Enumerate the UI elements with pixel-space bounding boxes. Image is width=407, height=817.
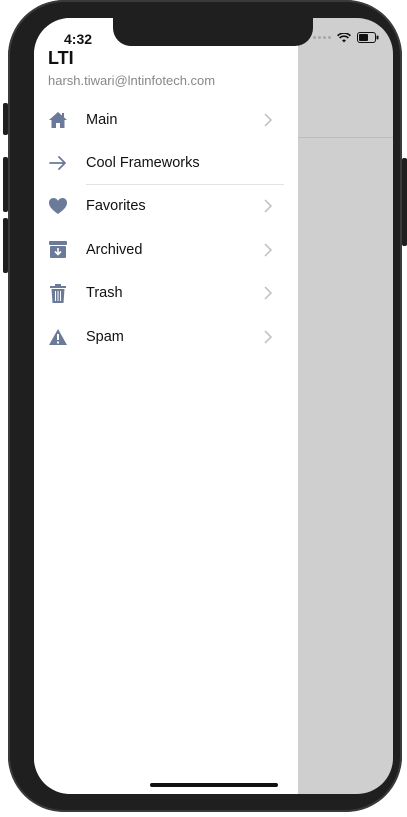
phone-frame: LTI harsh.tiwari@lntinfotech.com Main Co — [8, 0, 402, 812]
power-button — [402, 158, 407, 246]
menu-item-trash[interactable]: Trash — [34, 272, 298, 315]
home-icon — [48, 110, 68, 130]
battery-icon — [357, 32, 379, 43]
status-time: 4:32 — [64, 31, 93, 47]
user-email: harsh.tiwari@lntinfotech.com — [48, 73, 216, 88]
notch — [113, 18, 313, 46]
side-drawer: LTI harsh.tiwari@lntinfotech.com Main Co — [34, 18, 298, 794]
status-icons — [313, 32, 379, 43]
volume-up-button — [3, 157, 8, 212]
home-indicator[interactable] — [150, 783, 278, 787]
menu-item-favorites[interactable]: Favorites — [34, 185, 298, 228]
menu-item-label: Spam — [86, 328, 124, 345]
chevron-right-icon — [264, 243, 273, 257]
signal-icon — [313, 36, 331, 39]
heart-icon — [48, 196, 68, 216]
wifi-icon — [337, 32, 351, 42]
warning-icon — [48, 327, 68, 347]
chevron-right-icon — [264, 199, 273, 214]
trash-icon — [48, 283, 68, 303]
chevron-right-icon — [264, 330, 273, 344]
screen: LTI harsh.tiwari@lntinfotech.com Main Co — [34, 18, 393, 794]
arrow-right-icon — [48, 153, 68, 173]
mute-switch — [3, 103, 8, 135]
menu-item-label: Main — [86, 111, 118, 128]
menu-item-label: Archived — [86, 241, 143, 258]
menu-item-main[interactable]: Main — [34, 98, 298, 141]
menu-item-archived[interactable]: Archived — [34, 228, 298, 271]
content-divider — [298, 137, 393, 138]
menu-item-cool-frameworks[interactable]: Cool Frameworks — [34, 141, 298, 185]
volume-down-button — [3, 218, 8, 273]
drawer-menu: Main Cool Frameworks Favorites Archived … — [34, 98, 298, 358]
drawer-title: LTI — [48, 48, 74, 68]
chevron-right-icon — [264, 113, 273, 127]
menu-item-label: Cool Frameworks — [86, 155, 200, 172]
archive-icon — [48, 240, 68, 260]
menu-item-label: Favorites — [86, 198, 146, 215]
menu-item-label: Trash — [86, 285, 123, 302]
chevron-right-icon — [264, 286, 273, 300]
menu-item-spam[interactable]: Spam — [34, 315, 298, 358]
